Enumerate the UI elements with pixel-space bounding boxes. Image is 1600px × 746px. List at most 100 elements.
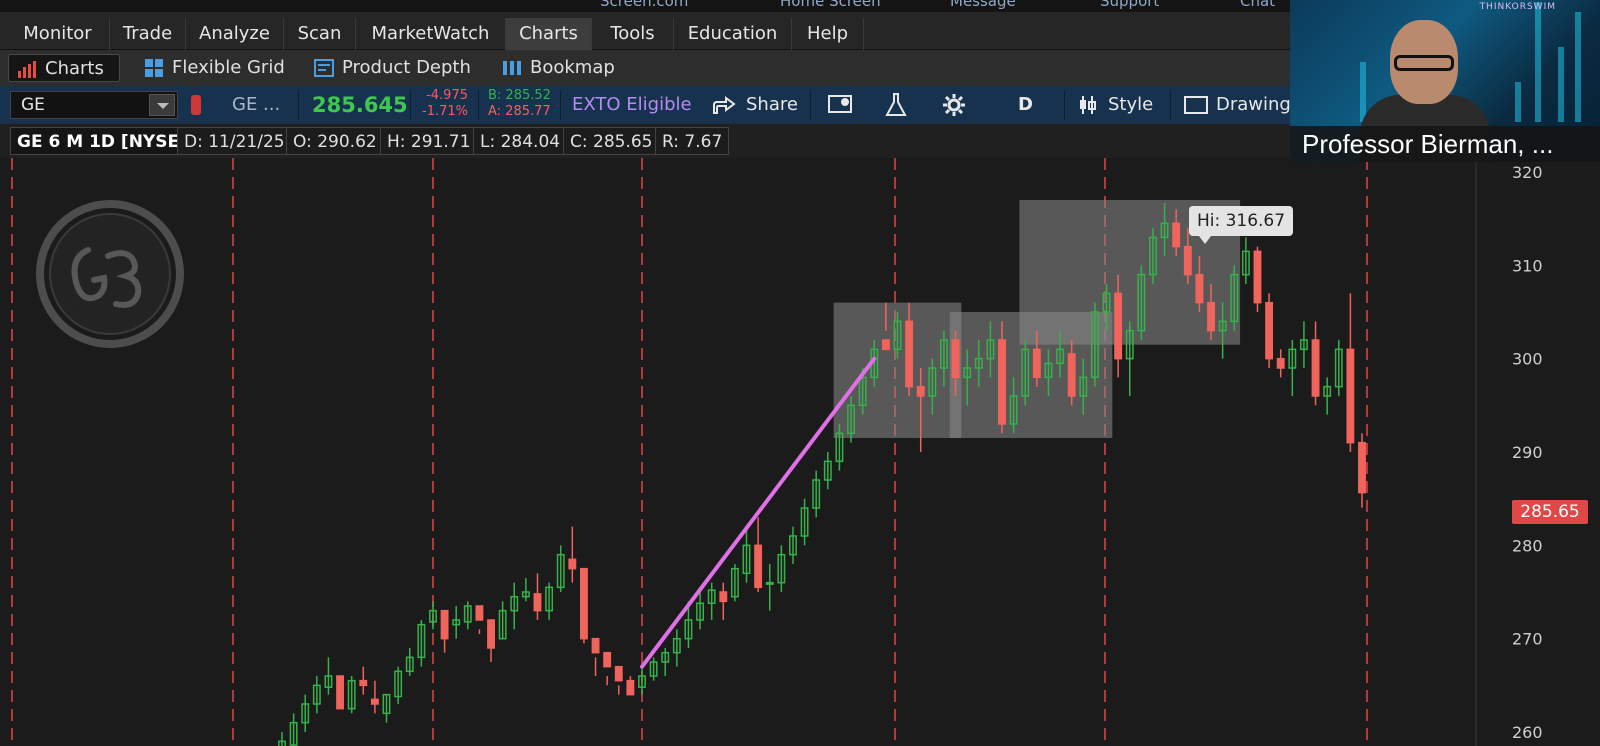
bar-high: H: 291.71 <box>380 127 478 155</box>
candle-body <box>719 591 728 603</box>
flask-icon[interactable] <box>884 92 908 118</box>
candle-body <box>1346 348 1355 444</box>
top-strip-item[interactable]: Chat <box>1240 0 1275 10</box>
tab-trade[interactable]: Trade <box>110 18 186 50</box>
candle-body <box>591 637 600 654</box>
candle-body <box>1067 353 1076 397</box>
symbol-selector[interactable] <box>10 91 178 119</box>
ask-price: A: 285.77 <box>488 104 551 119</box>
tab-marketwatch[interactable]: MarketWatch <box>356 18 506 50</box>
candle-body <box>336 675 345 710</box>
candle-body <box>1311 339 1320 397</box>
subtab-label: Charts <box>45 58 104 79</box>
drawings-label: Drawings <box>1216 94 1301 115</box>
price-axis-label: 310 <box>1512 256 1543 275</box>
candle <box>405 648 414 676</box>
candle <box>672 629 681 667</box>
candle <box>812 470 821 518</box>
candle <box>579 567 588 644</box>
candle <box>707 582 716 620</box>
symbol-description: GE ... <box>232 94 281 115</box>
divider <box>298 90 299 120</box>
candle <box>661 648 670 676</box>
candle <box>417 620 426 667</box>
candle-body <box>1265 301 1274 360</box>
candle-body <box>1253 250 1262 304</box>
divider <box>1064 90 1065 120</box>
candle-body <box>998 339 1006 425</box>
subtab-charts[interactable]: Charts <box>8 54 120 82</box>
candle <box>347 676 356 714</box>
candle <box>626 676 635 696</box>
studies-icon[interactable] <box>828 94 854 116</box>
subtab-bookmap[interactable]: Bookmap <box>494 54 630 82</box>
chart-info-bar: GE 6 M 1D [NYSE] D: 11/21/25 O: 290.62 H… <box>0 124 1290 158</box>
last-price-tag: 285.65 <box>1512 500 1588 524</box>
candle <box>370 680 379 714</box>
style-label: Style <box>1108 94 1154 115</box>
tab-education[interactable]: Education <box>674 18 792 50</box>
candle-body <box>475 605 484 621</box>
candle <box>1358 433 1366 508</box>
candle-body <box>1172 222 1181 248</box>
tab-scan[interactable]: Scan <box>284 18 356 50</box>
candle <box>475 605 484 634</box>
candlestick-chart[interactable]: 260 270 280 290 300 310 320 <box>0 158 1600 746</box>
bar-date: D: 11/21/25 <box>177 127 292 155</box>
top-strip-item[interactable]: Support <box>1100 0 1159 10</box>
candle <box>1265 293 1274 368</box>
price-axis-label: 260 <box>1512 723 1543 742</box>
net-change-block: -4.975 -1.71% <box>420 88 468 120</box>
candle <box>312 676 321 714</box>
candle <box>487 619 495 662</box>
candle <box>754 517 763 592</box>
bar-close: C: 285.65 <box>563 127 660 155</box>
brand-logo: THINKORSWIM <box>1479 2 1556 12</box>
candle <box>823 452 832 490</box>
trendline[interactable] <box>640 356 877 669</box>
candle <box>1323 377 1332 415</box>
price-axis: 260 270 280 290 300 310 320 <box>1475 158 1600 746</box>
candle-body <box>1358 441 1366 494</box>
tab-monitor[interactable]: Monitor <box>6 18 110 50</box>
tab-analyze[interactable]: Analyze <box>186 18 284 50</box>
subtab-label: Product Depth <box>342 57 471 78</box>
bid-ask-block: B: 285.52 A: 285.77 <box>488 88 551 120</box>
candle-body <box>533 593 542 612</box>
webcam-overlay: THINKORSWIM Professor Bierman, ... <box>1290 0 1600 162</box>
tab-help[interactable]: Help <box>792 18 864 50</box>
aggregation-selector[interactable]: D <box>1018 86 1033 124</box>
bar-low: L: 284.04 <box>473 127 568 155</box>
glasses-icon <box>1394 55 1454 71</box>
candle-body <box>905 320 914 388</box>
top-strip-item[interactable]: Message <box>950 0 1016 10</box>
candle-body <box>579 567 588 640</box>
subtab-product-depth[interactable]: Product Depth <box>306 54 480 82</box>
chart-symbol-label[interactable]: GE 6 M 1D [NYSE] <box>10 127 194 155</box>
candle-body <box>487 619 495 649</box>
symbol-input[interactable] <box>11 92 141 118</box>
tab-tools[interactable]: Tools <box>592 18 674 50</box>
chevron-down-icon[interactable] <box>149 94 175 116</box>
price-chart[interactable]: 260 270 280 290 300 310 320 <box>0 158 1600 746</box>
top-strip-item[interactable]: Home Screen <box>780 0 881 10</box>
subtab-flexible-grid[interactable]: Flexible Grid <box>136 54 296 82</box>
drawings-button[interactable]: Drawings <box>1184 86 1300 124</box>
candle <box>649 657 658 681</box>
candle <box>730 564 739 602</box>
tab-charts[interactable]: Charts <box>506 18 592 50</box>
candle <box>1241 237 1250 284</box>
symbol-link-icon[interactable] <box>190 94 202 116</box>
divider <box>560 90 561 120</box>
candle-body <box>370 698 379 705</box>
share-icon <box>713 96 736 114</box>
candle <box>521 578 530 602</box>
gear-icon[interactable] <box>942 93 966 117</box>
style-button[interactable]: Style <box>1078 86 1168 124</box>
top-strip-item[interactable]: Screen.com <box>600 0 688 10</box>
candle-body <box>614 665 623 682</box>
candle-body <box>1032 348 1041 379</box>
price-axis-label: 320 <box>1512 163 1543 182</box>
candle-body <box>765 581 774 585</box>
exto-eligible-label[interactable]: EXTO Eligible <box>572 86 692 124</box>
